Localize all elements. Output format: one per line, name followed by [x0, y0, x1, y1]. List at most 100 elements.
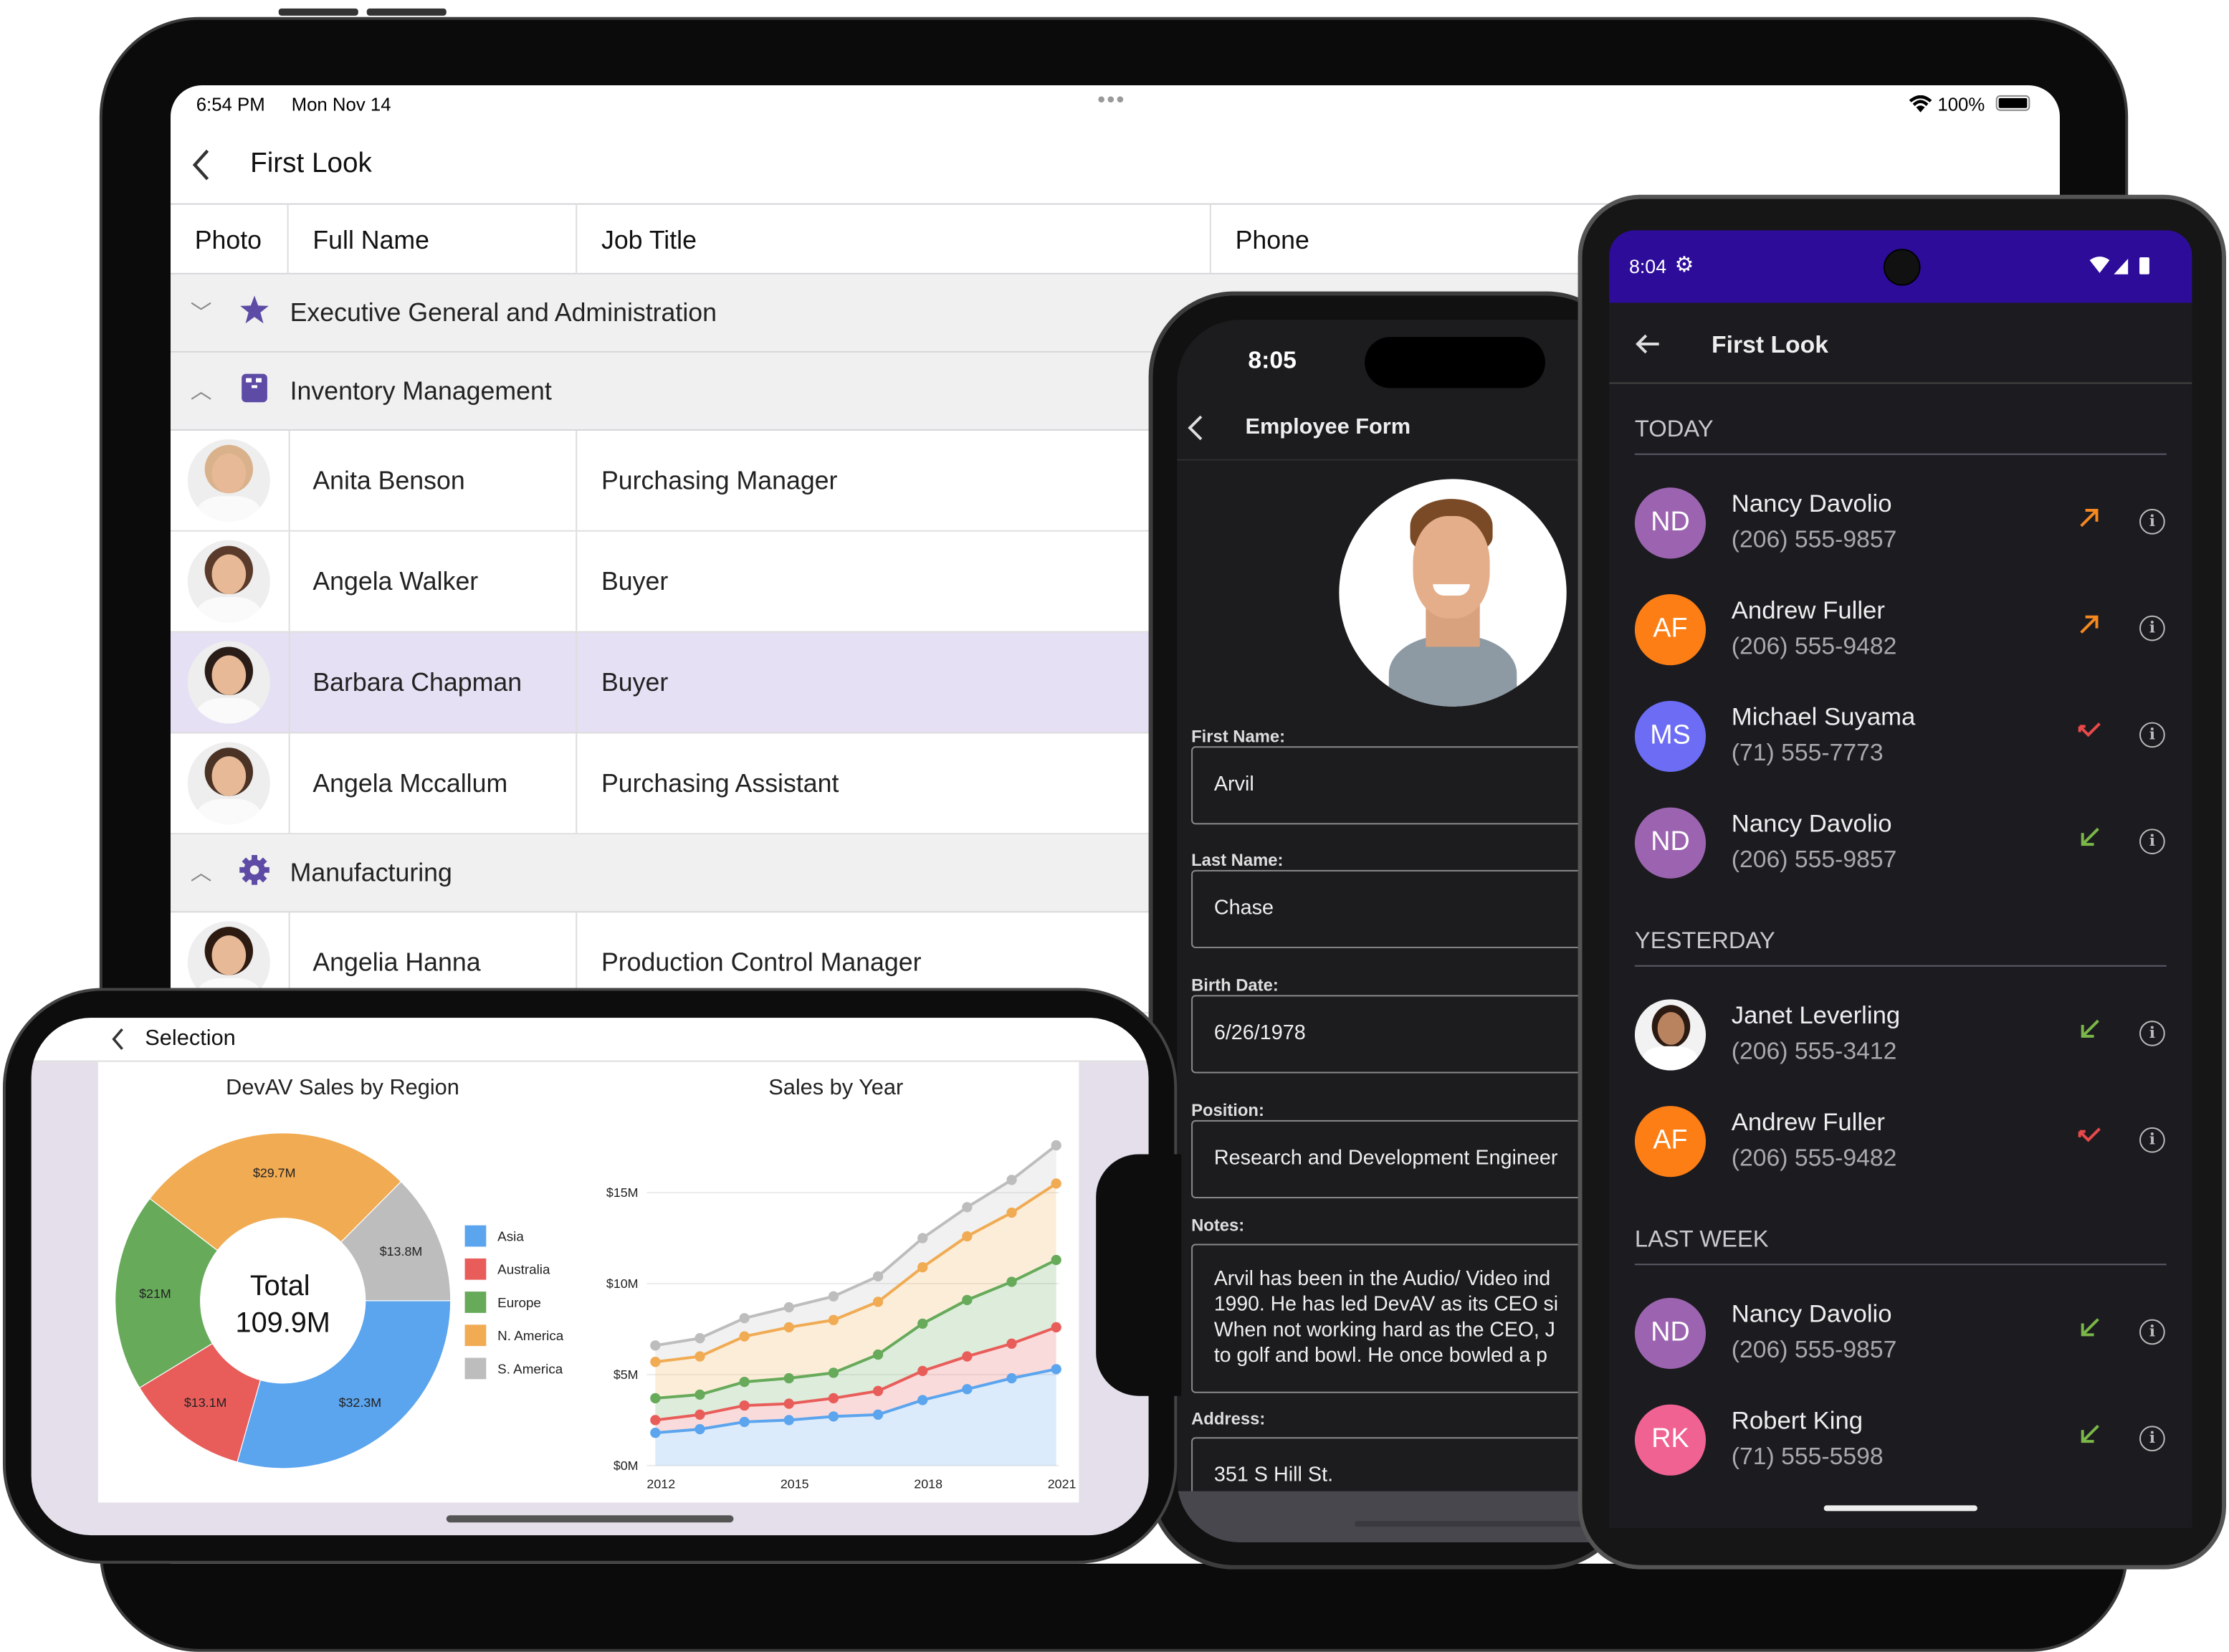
data-point[interactable]	[783, 1415, 794, 1426]
legend-label[interactable]: S. America	[497, 1361, 563, 1376]
data-point[interactable]	[783, 1302, 794, 1313]
data-point[interactable]	[739, 1416, 750, 1428]
section-divider	[1634, 453, 2167, 455]
chevron-up-icon[interactable]: ︿	[191, 376, 212, 406]
data-point[interactable]	[695, 1333, 705, 1344]
data-point[interactable]	[962, 1384, 973, 1395]
data-point[interactable]	[828, 1367, 839, 1378]
call-list-item[interactable]: AF Andrew Fuller (206) 555-9482 i	[1609, 1087, 2192, 1194]
archive-icon	[239, 373, 270, 404]
data-point[interactable]	[695, 1389, 705, 1400]
call-list-item[interactable]: ND Nancy Davolio (206) 555-9857 i	[1609, 469, 2192, 576]
legend-swatch[interactable]	[464, 1357, 487, 1380]
data-point[interactable]	[1051, 1364, 1061, 1375]
data-point[interactable]	[783, 1372, 794, 1384]
legend-label[interactable]: N. America	[497, 1328, 564, 1343]
data-point[interactable]	[872, 1409, 884, 1420]
legend-label[interactable]: Australia	[497, 1262, 550, 1277]
avatar: RK	[1634, 1404, 1707, 1476]
y-tick-label: $5M	[614, 1367, 639, 1382]
data-point[interactable]	[872, 1349, 884, 1360]
data-point[interactable]	[1051, 1254, 1061, 1266]
back-chevron-icon[interactable]	[111, 1028, 125, 1051]
data-point[interactable]	[739, 1376, 750, 1388]
info-icon[interactable]: i	[2139, 1319, 2165, 1345]
legend-label[interactable]: Asia	[497, 1229, 524, 1244]
data-point[interactable]	[695, 1409, 705, 1420]
chevron-down-icon[interactable]: ﹀	[191, 297, 212, 328]
data-point[interactable]	[872, 1385, 884, 1396]
bottom-bar	[1177, 1491, 1632, 1542]
info-icon[interactable]: i	[2139, 829, 2165, 855]
call-list-item[interactable]: RK Robert King (71) 555-5598 i	[1609, 1386, 2192, 1493]
data-point[interactable]	[1006, 1372, 1017, 1384]
data-point[interactable]	[828, 1411, 839, 1422]
data-point[interactable]	[917, 1395, 928, 1405]
data-point[interactable]	[828, 1291, 839, 1302]
call-list-item[interactable]: MS Michael Suyama (71) 555-7773 i	[1609, 682, 2192, 789]
contact-name: Nancy Davolio	[1731, 808, 1892, 838]
legend-swatch[interactable]	[464, 1258, 487, 1280]
data-point[interactable]	[962, 1294, 973, 1305]
info-icon[interactable]: i	[2139, 722, 2165, 748]
data-point[interactable]	[739, 1400, 750, 1411]
data-point[interactable]	[1006, 1207, 1017, 1218]
area-chart-title: Sales by Year	[768, 1074, 903, 1099]
legend-swatch[interactable]	[464, 1225, 487, 1247]
data-point[interactable]	[783, 1398, 794, 1409]
data-point[interactable]	[783, 1322, 794, 1333]
data-point[interactable]	[828, 1314, 839, 1325]
data-point[interactable]	[739, 1331, 750, 1342]
notes-textarea[interactable]: Arvil has been in the Audio/ Video ind 1…	[1191, 1243, 1618, 1393]
column-header-job-title[interactable]: Job Title	[577, 203, 1211, 274]
legend-label[interactable]: Europe	[497, 1295, 541, 1310]
data-point[interactable]	[828, 1393, 839, 1404]
data-point[interactable]	[1006, 1276, 1017, 1287]
info-icon[interactable]: i	[2139, 509, 2165, 535]
multitasking-dots-icon[interactable]: •••	[1097, 88, 1125, 114]
last-name-field[interactable]: Chase	[1191, 869, 1618, 948]
info-icon[interactable]: i	[2139, 615, 2165, 641]
info-icon[interactable]: i	[2139, 1127, 2165, 1153]
data-point[interactable]	[739, 1313, 750, 1324]
data-point[interactable]	[650, 1357, 661, 1367]
info-icon[interactable]: i	[2139, 1021, 2165, 1046]
data-point[interactable]	[1051, 1178, 1061, 1189]
data-point[interactable]	[872, 1297, 884, 1307]
data-point[interactable]	[917, 1262, 928, 1273]
call-list-item[interactable]: AF Andrew Fuller (206) 555-9482 i	[1609, 576, 2192, 682]
data-point[interactable]	[1051, 1140, 1061, 1151]
data-point[interactable]	[650, 1415, 661, 1426]
back-chevron-icon[interactable]	[191, 148, 211, 182]
data-point[interactable]	[1006, 1338, 1017, 1349]
column-header-full-name[interactable]: Full Name	[288, 203, 578, 274]
back-arrow-icon[interactable]	[1635, 333, 1661, 355]
data-point[interactable]	[1006, 1175, 1017, 1185]
data-point[interactable]	[695, 1423, 705, 1435]
first-name-field[interactable]: Arvil	[1191, 746, 1618, 825]
ipad-volume-button	[366, 8, 447, 16]
info-icon[interactable]: i	[2139, 1426, 2165, 1452]
birth-date-field[interactable]: 6/26/1978	[1191, 995, 1618, 1074]
legend-swatch[interactable]	[464, 1324, 487, 1347]
call-list-item[interactable]: ND Nancy Davolio (206) 555-9857 i	[1609, 789, 2192, 896]
position-field[interactable]: Research and Development Engineer	[1191, 1119, 1618, 1199]
back-chevron-icon[interactable]	[1187, 414, 1204, 442]
data-point[interactable]	[962, 1351, 973, 1362]
legend-swatch[interactable]	[464, 1291, 487, 1313]
data-point[interactable]	[917, 1233, 928, 1243]
chevron-up-icon[interactable]: ︿	[191, 857, 212, 887]
data-point[interactable]	[650, 1428, 661, 1438]
data-point[interactable]	[917, 1365, 928, 1377]
data-point[interactable]	[650, 1393, 661, 1404]
data-point[interactable]	[872, 1271, 884, 1281]
data-point[interactable]	[695, 1351, 705, 1362]
column-header-photo[interactable]: Photo	[171, 203, 289, 274]
call-list-item[interactable]: ND Nancy Davolio (206) 555-9857 i	[1609, 1279, 2192, 1386]
data-point[interactable]	[962, 1202, 973, 1213]
call-list-item[interactable]: Janet Leverling (206) 555-3412 i	[1609, 981, 2192, 1088]
data-point[interactable]	[650, 1340, 661, 1351]
data-point[interactable]	[962, 1231, 973, 1242]
data-point[interactable]	[1051, 1322, 1061, 1333]
data-point[interactable]	[917, 1318, 928, 1329]
